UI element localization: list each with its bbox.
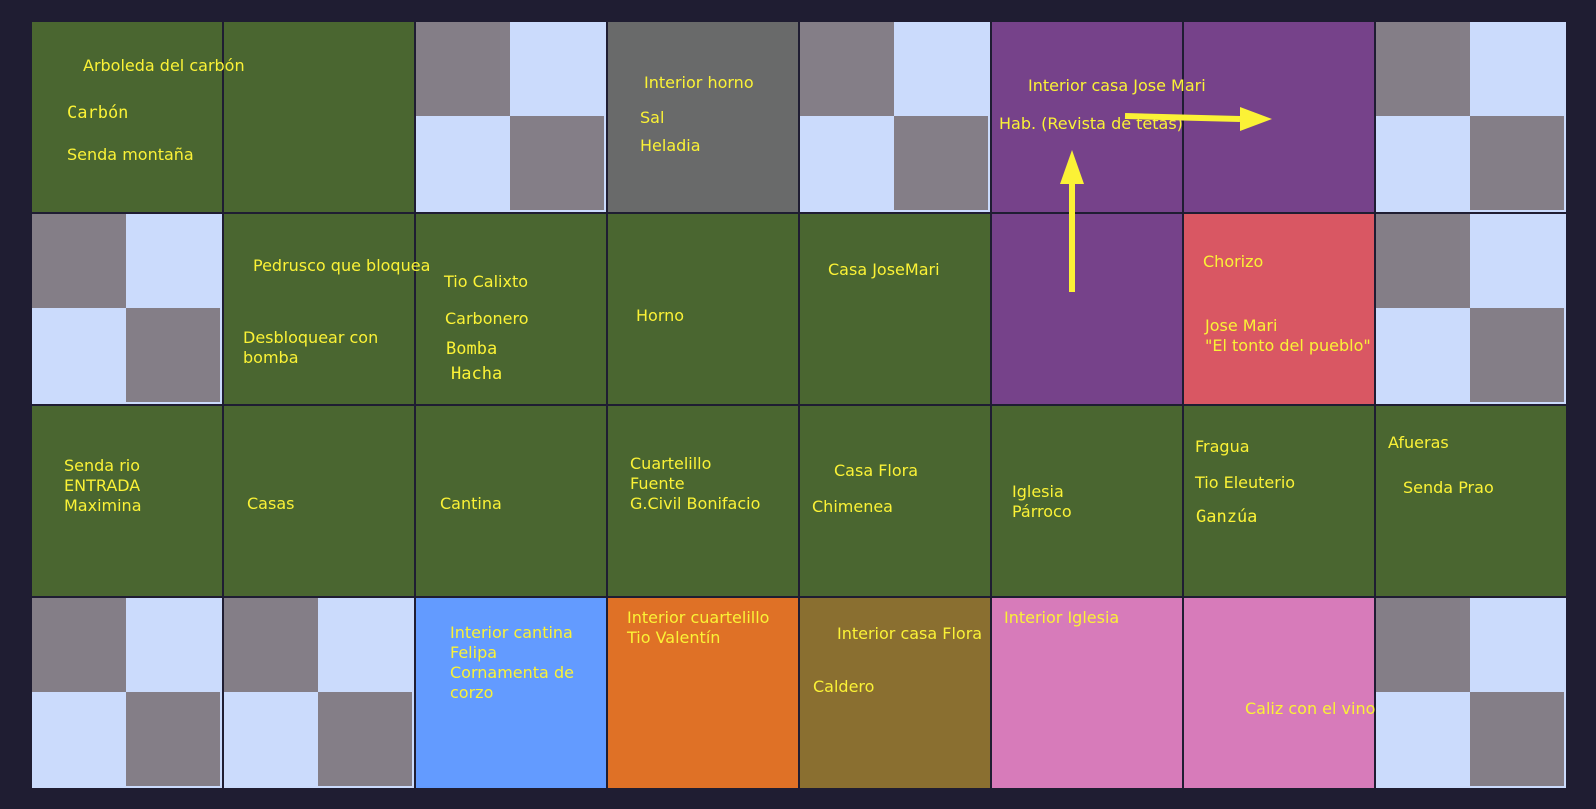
label-fragua: Fragua	[1195, 437, 1250, 456]
empty-tile	[1376, 214, 1568, 406]
label-interior-cuartelillo: Interior cuartelillo Tio Valentín	[627, 608, 770, 647]
label-sal: Sal	[640, 108, 665, 127]
label-bomba-item: Bomba	[446, 339, 498, 359]
empty-tile-quadrant	[510, 116, 604, 210]
empty-tile-quadrant	[224, 598, 318, 692]
empty-tile	[224, 598, 416, 790]
label-casa-josemari: Casa JoseMari	[828, 260, 940, 279]
empty-tile-quadrant	[1376, 22, 1470, 116]
empty-tile	[1376, 22, 1568, 214]
empty-tile-quadrant	[800, 22, 894, 116]
label-casas: Casas	[247, 494, 295, 513]
label-interior-casa-flora: Interior casa Flora	[837, 624, 983, 643]
label-arboleda-title: Arboleda del carbón	[83, 56, 245, 75]
empty-tile-quadrant	[318, 692, 412, 786]
label-interior-iglesia: Interior Iglesia	[1004, 608, 1120, 627]
label-chimenea: Chimenea	[812, 497, 893, 516]
room-tile-grass	[224, 22, 416, 214]
label-carbon-item: Carbón	[67, 103, 129, 123]
empty-tile-quadrant	[32, 598, 126, 692]
label-caliz: Caliz con el vino	[1245, 699, 1376, 718]
label-senda-rio: Senda rio ENTRADA Maximina	[64, 456, 142, 515]
label-chorizo: Chorizo	[1203, 252, 1264, 271]
empty-tile-quadrant	[1470, 116, 1564, 210]
label-ganzua-item: Ganzúa	[1196, 507, 1258, 527]
room-tile-gray	[608, 22, 800, 214]
label-casa-flora: Casa Flora	[834, 461, 919, 480]
label-iglesia: Iglesia Párroco	[1012, 482, 1072, 521]
empty-tile-quadrant	[1470, 692, 1564, 786]
empty-tile-quadrant	[416, 22, 510, 116]
label-tio-eleuterio: Tio Eleuterio	[1195, 473, 1296, 492]
label-pedrusco: Pedrusco que bloquea	[253, 256, 431, 275]
label-interior-cantina: Interior cantina Felipa Cornamenta de co…	[450, 623, 574, 702]
room-tile-grass	[1184, 406, 1376, 598]
empty-tile-quadrant	[126, 308, 220, 402]
room-tile-red	[1184, 214, 1376, 406]
label-senda-montana: Senda montaña	[67, 145, 194, 164]
empty-tile	[800, 22, 992, 214]
room-tile-grass	[224, 214, 416, 406]
room-tile-grass	[800, 214, 992, 406]
label-jose-mari: Jose Mari "El tonto del pueblo"	[1205, 316, 1371, 355]
label-carbonero: Carbonero	[445, 309, 529, 328]
empty-tile-quadrant	[32, 214, 126, 308]
world-map-grid	[32, 22, 1568, 790]
label-afueras: Afueras	[1388, 433, 1449, 452]
empty-tile	[416, 22, 608, 214]
label-habitacion: Hab. (Revista de tetas)	[999, 114, 1183, 133]
empty-tile-quadrant	[1376, 214, 1470, 308]
label-horno: Horno	[636, 306, 685, 325]
label-desbloquear: Desbloquear con bomba	[243, 328, 379, 367]
label-hacha-item: Hacha	[451, 364, 503, 384]
empty-tile-quadrant	[1376, 598, 1470, 692]
label-caldero: Caldero	[813, 677, 875, 696]
label-tio-calixto: Tio Calixto	[444, 272, 528, 291]
empty-tile-quadrant	[1470, 308, 1564, 402]
empty-tile	[1376, 598, 1568, 790]
empty-tile-quadrant	[126, 692, 220, 786]
room-tile-purple	[992, 214, 1184, 406]
room-tile-purple	[1184, 22, 1376, 214]
empty-tile	[32, 214, 224, 406]
room-tile-pink	[1184, 598, 1376, 790]
label-heladia: Heladia	[640, 136, 701, 155]
label-senda-prao: Senda Prao	[1403, 478, 1494, 497]
label-cantina: Cantina	[440, 494, 502, 513]
label-cuartelillo: Cuartelillo Fuente G.Civil Bonifacio	[630, 454, 761, 513]
label-interior-casa-josemari: Interior casa Jose Mari	[1028, 76, 1206, 95]
empty-tile	[32, 598, 224, 790]
label-interior-horno: Interior horno	[644, 73, 754, 92]
empty-tile-quadrant	[894, 116, 988, 210]
